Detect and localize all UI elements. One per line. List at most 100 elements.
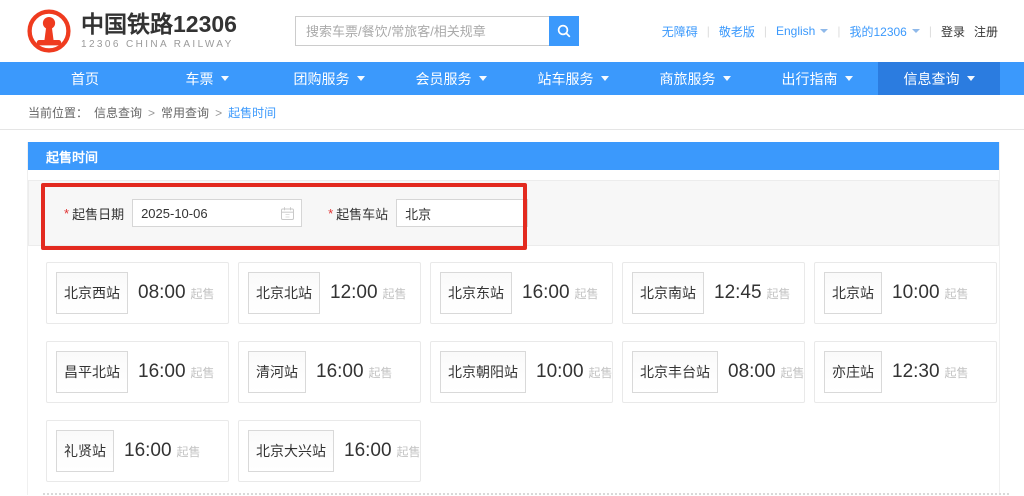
sale-station-input[interactable] [396,199,528,227]
sale-label: 起售 [767,285,791,302]
main-nav: 首页 车票 团购服务 会员服务 站车服务 商旅服务 出行指南 信息查询 [0,62,1024,95]
chevron-down-icon [845,76,853,81]
site-header: 中国铁路12306 12306 CHINA RAILWAY 无障碍 | 敬老版 … [0,0,1024,62]
nav-label: 团购服务 [294,69,350,89]
sale-label: 起售 [191,364,215,381]
link-divider: | [929,24,932,38]
chevron-down-icon [357,76,365,81]
section-title: 起售时间 [46,147,98,166]
nav-label: 会员服务 [416,69,472,89]
query-form: * 起售日期 * 起售车站 [28,180,999,246]
sale-time: 16:00 [124,440,172,462]
link-divider: | [837,24,840,38]
accessibility-link[interactable]: 无障碍 [662,23,698,40]
sale-time-card: 昌平北站 16:00 起售 [46,341,229,403]
sale-label: 起售 [191,285,215,302]
nav-label: 出行指南 [782,69,838,89]
sale-time-card: 北京东站 16:00 起售 [430,262,613,324]
my-12306-label: 我的12306 [849,23,906,40]
login-link[interactable]: 登录 [941,23,965,40]
station-name: 北京丰台站 [632,351,718,393]
my-12306-menu[interactable]: 我的12306 [849,23,919,40]
logo[interactable]: 中国铁路12306 12306 CHINA RAILWAY [26,8,237,54]
link-divider: | [707,24,710,38]
chevron-down-icon [820,29,828,33]
nav-item-travel-guide[interactable]: 出行指南 [756,62,878,95]
nav-item-business-travel[interactable]: 商旅服务 [634,62,756,95]
breadcrumb: 当前位置： 信息查询 > 常用查询 > 起售时间 [0,95,1024,130]
sale-time: 12:30 [892,361,940,383]
sale-time-card: 北京北站 12:00 起售 [238,262,421,324]
sale-label: 起售 [177,443,201,460]
search-input[interactable] [295,16,549,46]
search-icon [556,23,572,39]
calendar-icon[interactable] [280,206,295,221]
sale-label: 起售 [575,285,599,302]
sale-label: 起售 [781,364,805,381]
sale-label: 起售 [369,364,393,381]
sale-time-grid: 北京西站 08:00 起售 北京北站 12:00 起售 北京东站 16:00 起… [28,262,999,482]
sale-date-label: 起售日期 [72,204,124,223]
link-divider: | [764,24,767,38]
station-name: 北京大兴站 [248,430,334,472]
station-name: 礼贤站 [56,430,114,472]
chevron-down-icon [601,76,609,81]
sale-label: 起售 [383,285,407,302]
logo-subtitle: 12306 CHINA RAILWAY [81,39,237,50]
station-name: 北京西站 [56,272,128,314]
sale-date-input[interactable] [132,199,302,227]
nav-item-info-query[interactable]: 信息查询 [878,62,1000,95]
breadcrumb-separator: > [215,106,222,120]
sale-station-label: 起售车站 [336,204,388,223]
elder-version-link[interactable]: 敬老版 [719,23,755,40]
register-link[interactable]: 注册 [974,23,998,40]
nav-label: 车票 [186,69,214,89]
section-header: 起售时间 [28,142,999,170]
sale-time: 16:00 [344,440,392,462]
station-name: 北京南站 [632,272,704,314]
sale-label: 起售 [945,285,969,302]
sale-time-card: 北京站 10:00 起售 [814,262,997,324]
nav-item-station-services[interactable]: 站车服务 [512,62,634,95]
chevron-down-icon [479,76,487,81]
chevron-down-icon [723,76,731,81]
station-name: 北京东站 [440,272,512,314]
breadcrumb-prefix: 当前位置： [28,104,88,121]
language-menu[interactable]: English [776,24,828,38]
sale-time: 08:00 [728,361,776,383]
required-mark: * [64,206,69,221]
search-button[interactable] [549,16,579,46]
nav-item-group-services[interactable]: 团购服务 [268,62,390,95]
sale-label: 起售 [945,364,969,381]
sale-time: 10:00 [536,361,584,383]
sale-time-card: 北京大兴站 16:00 起售 [238,420,421,482]
nav-item-tickets[interactable]: 车票 [146,62,268,95]
station-name: 北京站 [824,272,882,314]
breadcrumb-common-query[interactable]: 常用查询 [161,104,209,121]
chevron-down-icon [967,76,975,81]
station-name: 北京朝阳站 [440,351,526,393]
station-name: 清河站 [248,351,306,393]
sale-time: 12:45 [714,282,762,304]
chevron-down-icon [912,29,920,33]
sale-time-card: 北京西站 08:00 起售 [46,262,229,324]
nav-label: 站车服务 [538,69,594,89]
header-links: 无障碍 | 敬老版 | English | 我的12306 | 登录 注册 [662,0,998,62]
chevron-down-icon [221,76,229,81]
nav-item-member-services[interactable]: 会员服务 [390,62,512,95]
sale-time: 16:00 [522,282,570,304]
sale-label: 起售 [589,364,613,381]
breadcrumb-info-query[interactable]: 信息查询 [94,104,142,121]
sale-time-card: 礼贤站 16:00 起售 [46,420,229,482]
sale-time: 10:00 [892,282,940,304]
china-railway-emblem-icon [26,8,72,54]
language-label: English [776,24,815,38]
station-name: 亦庄站 [824,351,882,393]
breadcrumb-sale-time[interactable]: 起售时间 [228,104,276,121]
nav-label: 信息查询 [904,69,960,89]
required-mark: * [328,206,333,221]
nav-item-home[interactable]: 首页 [24,62,146,95]
breadcrumb-separator: > [148,106,155,120]
sale-time-card: 北京南站 12:45 起售 [622,262,805,324]
station-name: 昌平北站 [56,351,128,393]
